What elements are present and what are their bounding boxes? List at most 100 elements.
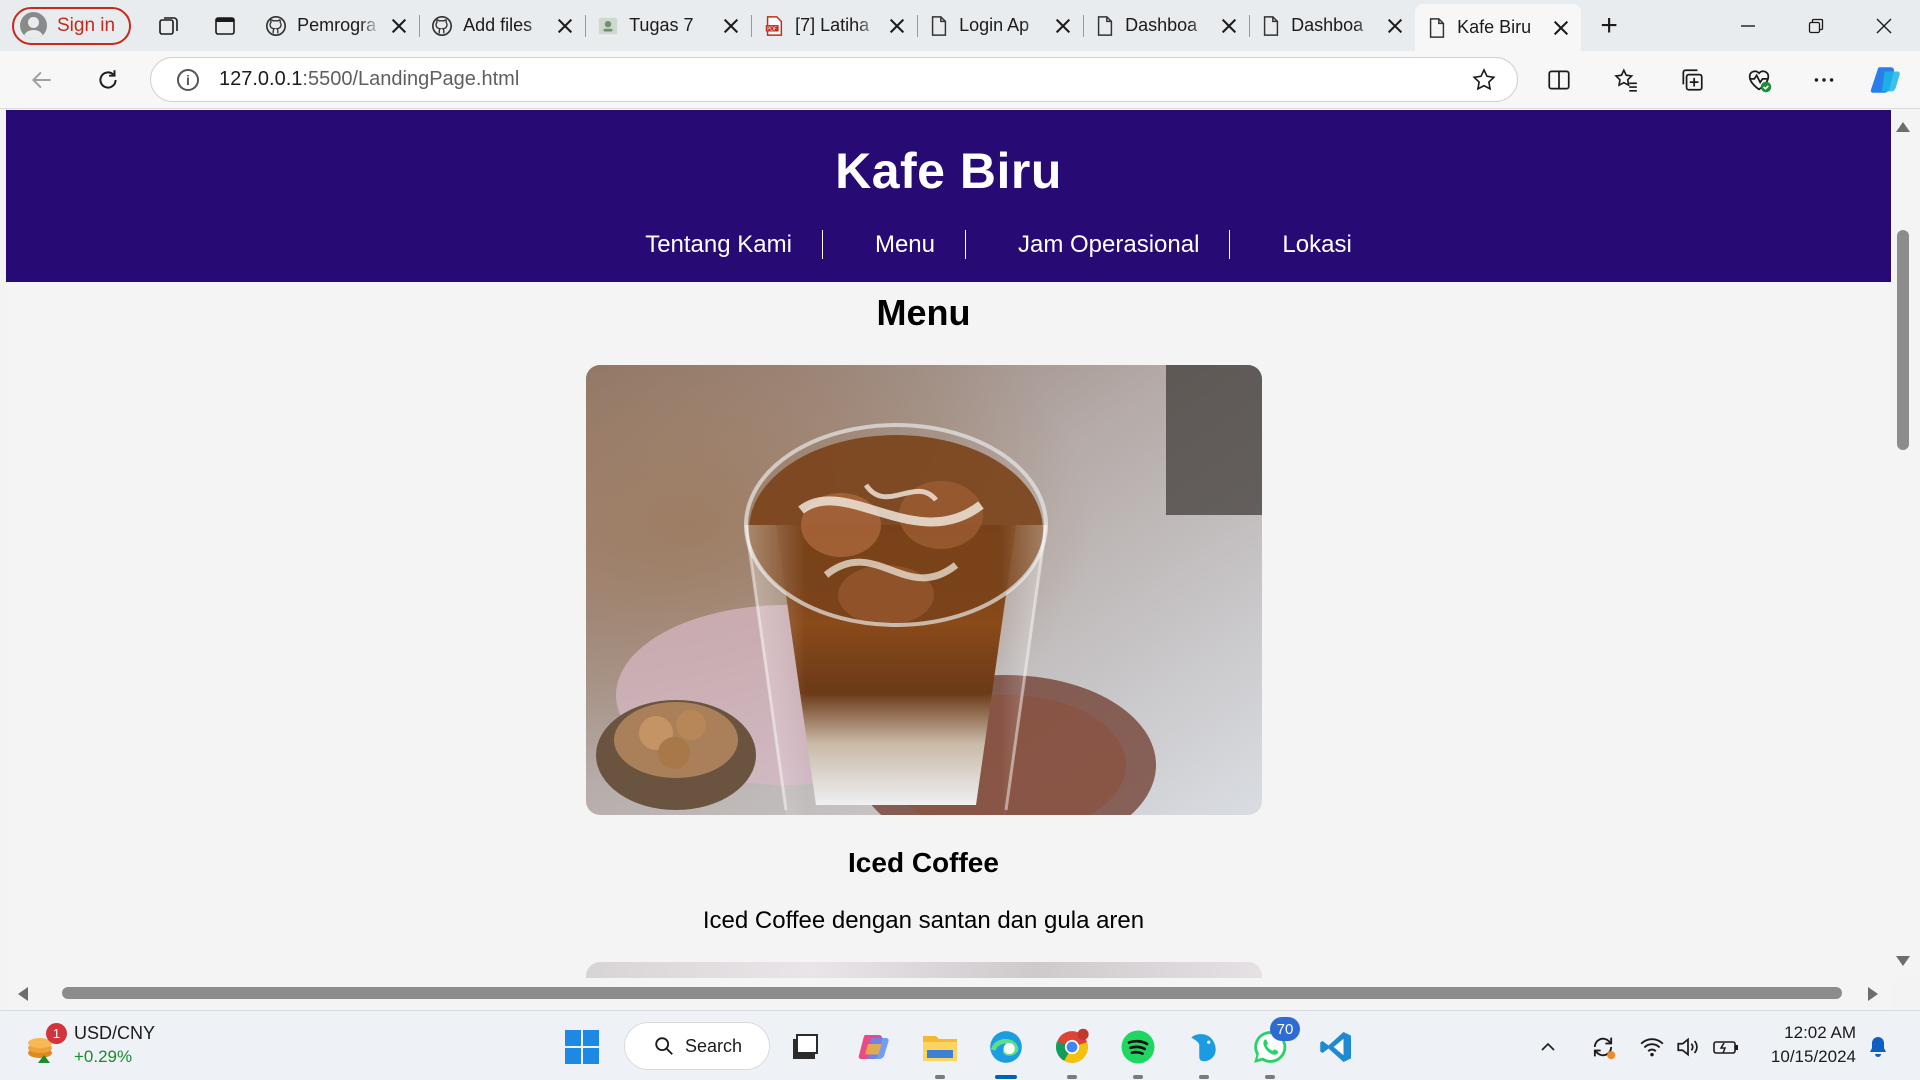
clock[interactable]: 12:02 AM 10/15/2024 — [1771, 1021, 1856, 1069]
site-header: Kafe Biru Tentang Kami Menu Jam Operasio… — [6, 110, 1891, 282]
widget-change: +0.29% — [74, 1047, 133, 1066]
vertical-tabs-icon[interactable] — [197, 6, 253, 46]
sign-in-button[interactable]: Sign in — [12, 6, 132, 45]
start-button[interactable] — [560, 1025, 604, 1069]
folder-icon — [923, 1036, 957, 1061]
clock-time: 12:02 AM — [1784, 1023, 1856, 1042]
horizontal-scroll-thumb[interactable] — [62, 987, 1842, 999]
spotify-icon — [1121, 1030, 1155, 1064]
tab-dashboard-1[interactable]: Dashboa — [1083, 5, 1249, 47]
minimize-icon — [1741, 24, 1755, 27]
menu-item-description: Iced Coffee dengan santan dan gula aren — [702, 907, 1145, 934]
new-tab-button[interactable]: + — [1581, 6, 1637, 46]
back-arrow-icon — [31, 71, 51, 89]
show-hidden-icons-button[interactable] — [1533, 1025, 1563, 1069]
restore-button[interactable] — [1782, 0, 1850, 51]
page-icon — [1429, 17, 1445, 38]
battery-tray-button[interactable] — [1706, 1025, 1746, 1069]
volume-tray-button[interactable] — [1668, 1025, 1708, 1069]
notifications-button[interactable] — [1858, 1025, 1898, 1069]
github-icon — [432, 15, 453, 36]
taskbar-app-vscode[interactable] — [1314, 1025, 1358, 1069]
url-host: 127.0.0.1 — [219, 68, 303, 90]
task-view-button[interactable] — [783, 1025, 827, 1069]
close-tab-icon[interactable] — [1553, 20, 1569, 36]
close-tab-icon[interactable] — [557, 18, 573, 34]
taskbar-search[interactable]: Search — [624, 1022, 770, 1070]
page-icon — [1097, 15, 1113, 36]
refresh-icon — [99, 70, 117, 89]
favorites-button[interactable] — [1606, 60, 1646, 100]
nav-link-jam-operasional[interactable]: Jam Operasional — [966, 230, 1231, 259]
tab-title: Dashboa — [1125, 15, 1198, 35]
taskbar-app-file-explorer[interactable] — [918, 1025, 962, 1079]
wifi-tray-button[interactable] — [1632, 1025, 1672, 1069]
vertical-scrollbar[interactable] — [1891, 110, 1920, 978]
chevron-up-icon — [1541, 1042, 1555, 1051]
taskbar-app-edge[interactable] — [984, 1025, 1028, 1079]
taskbar-app-chrome[interactable] — [1050, 1025, 1094, 1079]
tab-pemrograman[interactable]: Pemrogra — [253, 5, 419, 47]
clock-date: 10/15/2024 — [1770, 1047, 1856, 1066]
sync-tray-button[interactable] — [1583, 1025, 1623, 1069]
scroll-left-arrow-icon[interactable] — [18, 987, 28, 1001]
taskbar-app-spotify[interactable] — [1116, 1025, 1160, 1079]
refresh-button[interactable] — [88, 60, 128, 100]
back-button[interactable] — [22, 60, 62, 100]
bird-app-icon — [1191, 1034, 1216, 1062]
taskbar-app-copilot[interactable] — [852, 1025, 896, 1069]
close-tab-icon[interactable] — [723, 18, 739, 34]
tab-kafe-biru[interactable]: Kafe Biru — [1415, 4, 1582, 51]
site-nav: Tentang Kami Menu Jam Operasional Lokasi — [6, 230, 1891, 259]
taskbar-app-bird[interactable] — [1182, 1025, 1226, 1079]
url-text[interactable]: 127.0.0.1:5500/LandingPage.html — [219, 68, 519, 91]
favorite-star-icon[interactable] — [1471, 67, 1497, 93]
split-screen-button[interactable] — [1539, 60, 1579, 100]
tab-login[interactable]: Login Ap — [917, 5, 1083, 47]
page-icon — [931, 15, 947, 36]
nav-link-tentang-kami[interactable]: Tentang Kami — [615, 230, 823, 259]
nav-link-lokasi[interactable]: Lokasi — [1230, 230, 1381, 259]
tab-latihan-pdf[interactable]: PDF [7] Latiha — [751, 5, 917, 47]
close-tab-icon[interactable] — [889, 18, 905, 34]
taskbar-app-whatsapp[interactable]: 70 — [1248, 1017, 1300, 1079]
running-indicator — [935, 1075, 945, 1079]
favorites-icon — [1614, 68, 1637, 92]
nav-link-menu[interactable]: Menu — [823, 230, 966, 259]
close-tab-icon[interactable] — [391, 18, 407, 34]
task-view-icon — [793, 1034, 818, 1059]
tab-tugas-7[interactable]: Tugas 7 — [585, 5, 751, 47]
close-tab-icon[interactable] — [1221, 18, 1237, 34]
page-viewport: Kafe Biru Tentang Kami Menu Jam Operasio… — [6, 110, 1891, 978]
scroll-down-arrow-icon[interactable] — [1896, 956, 1910, 966]
scroll-right-arrow-icon[interactable] — [1868, 987, 1878, 1001]
tab-dashboard-2[interactable]: Dashboa — [1249, 5, 1415, 47]
tab-title: Add files — [463, 15, 533, 35]
scroll-up-arrow-icon[interactable] — [1896, 122, 1910, 132]
address-bar[interactable]: i 127.0.0.1:5500/LandingPage.html — [150, 57, 1518, 102]
close-window-button[interactable] — [1850, 0, 1918, 51]
volume-icon — [1677, 1037, 1698, 1057]
svg-text:PDF: PDF — [767, 26, 777, 32]
more-dots-icon — [1814, 78, 1834, 82]
tab-title: Pemrogra — [297, 15, 377, 35]
minimize-button[interactable] — [1714, 0, 1782, 51]
page-icon — [1263, 15, 1279, 36]
close-icon — [1876, 18, 1892, 33]
close-tab-icon[interactable] — [1387, 18, 1403, 34]
site-info-icon[interactable]: i — [177, 68, 199, 91]
settings-more-button[interactable] — [1804, 60, 1844, 100]
close-tab-icon[interactable] — [1055, 18, 1071, 34]
menu-item-name: Iced Coffee — [848, 847, 999, 878]
workspaces-icon[interactable] — [141, 6, 197, 46]
stocks-widget[interactable]: 1 USD/CNY +0.29% — [26, 1023, 155, 1067]
tab-add-files[interactable]: Add files — [419, 5, 585, 47]
copilot-button[interactable] — [1866, 60, 1906, 100]
tab-title: [7] Latiha — [795, 15, 870, 35]
browser-essentials-button[interactable] — [1739, 60, 1779, 100]
next-menu-image — [586, 962, 1262, 978]
vertical-scroll-thumb[interactable] — [1897, 230, 1909, 450]
collections-button[interactable] — [1672, 60, 1712, 100]
profile-avatar-icon — [20, 12, 47, 39]
horizontal-scrollbar[interactable] — [6, 978, 1891, 1010]
